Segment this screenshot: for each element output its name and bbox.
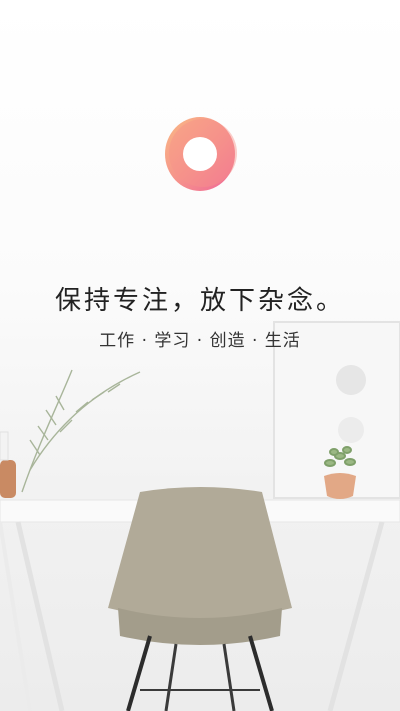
dried-plant xyxy=(21,369,141,493)
tagline: 保持专注，放下杂念。 xyxy=(54,286,345,316)
splash-screen: 保持专注，放下杂念。 工作 · 学习 · 创造 · 生活 xyxy=(0,0,400,711)
background-desk-scene xyxy=(0,321,400,711)
small-vase-left xyxy=(0,431,16,498)
subtitle: 工作 · 学习 · 创造 · 生活 xyxy=(99,331,301,351)
chair xyxy=(108,487,292,711)
app-logo-icon xyxy=(165,117,237,191)
